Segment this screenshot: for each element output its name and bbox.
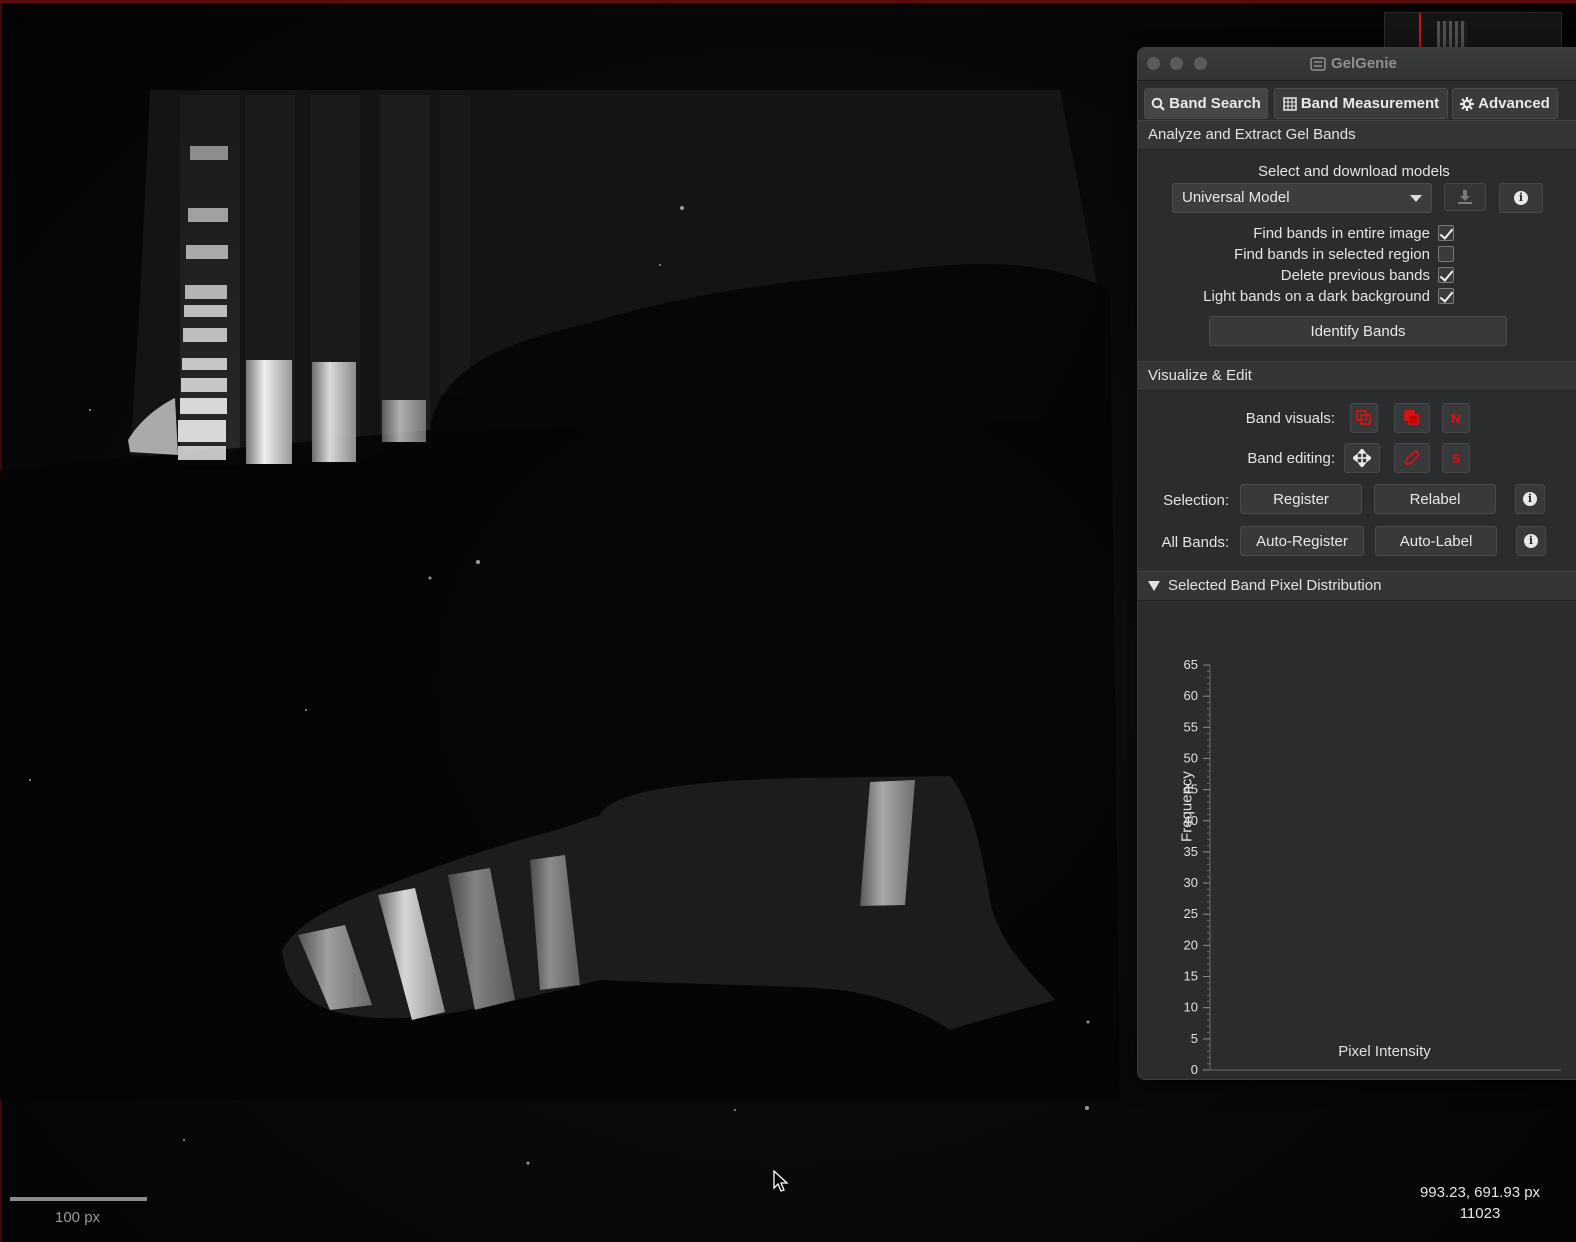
section-title: Visualize & Edit bbox=[1148, 367, 1252, 384]
checkmark-icon bbox=[1439, 225, 1454, 240]
section-title: Selected Band Pixel Distribution bbox=[1168, 577, 1382, 594]
visualize-section-header: Visualize & Edit bbox=[1138, 361, 1576, 391]
window-titlebar[interactable]: GelGenie bbox=[1138, 48, 1576, 81]
pixel-value: 11023 bbox=[1459, 1205, 1501, 1222]
chart-y-tick-label: 0 bbox=[1191, 1062, 1198, 1077]
name-toggle-button[interactable]: N bbox=[1442, 403, 1470, 433]
collapse-triangle-icon bbox=[1148, 581, 1160, 591]
option-label: Light bands on a dark background bbox=[1203, 288, 1430, 305]
download-icon bbox=[1458, 190, 1472, 204]
thumbnail-viewport-marker bbox=[1419, 13, 1421, 49]
selection-info-button[interactable]: i bbox=[1515, 484, 1545, 514]
cursor-coordinates: 993.23, 691.93 px bbox=[1419, 1184, 1541, 1201]
option-label: Find bands in entire image bbox=[1253, 225, 1430, 242]
checkmark-icon bbox=[1439, 288, 1454, 303]
move-tool-button[interactable] bbox=[1344, 443, 1380, 473]
chart-y-axis-label: Frequency bbox=[1178, 771, 1196, 842]
app-logo-icon bbox=[1310, 57, 1326, 71]
all-bands-info-button[interactable]: i bbox=[1516, 526, 1546, 556]
model-select-value: Universal Model bbox=[1182, 189, 1290, 206]
chart-y-tick-label: 60 bbox=[1184, 688, 1198, 703]
pixel-distribution-chart: 0 5 10 15 20 25 30 35 40 45 50 55 60 65 Frequency Pix… bbox=[1138, 603, 1576, 1079]
chart-x-axis-label: Pixel Intensity bbox=[1338, 1043, 1431, 1060]
chart-y-tick-label: 25 bbox=[1184, 906, 1198, 921]
info-icon: i bbox=[1523, 492, 1537, 506]
mouse-cursor-icon bbox=[773, 1170, 789, 1192]
band-editing-label: Band editing: bbox=[1247, 450, 1335, 467]
chart-y-tick-label: 65 bbox=[1184, 657, 1198, 672]
table-icon bbox=[1283, 96, 1297, 111]
models-label: Select and download models bbox=[1258, 163, 1450, 180]
scalebar-label: 100 px bbox=[55, 1209, 101, 1226]
tab-bar: Band Search Band Measurement Advanced bbox=[1144, 88, 1574, 119]
find-entire-image-checkbox[interactable] bbox=[1438, 225, 1454, 241]
chevron-down-icon bbox=[1410, 195, 1422, 202]
band-visuals-label: Band visuals: bbox=[1245, 410, 1335, 427]
name-toggle-icon: N bbox=[1451, 410, 1461, 426]
auto-label-button[interactable]: Auto-Label bbox=[1375, 526, 1497, 556]
fill-outline-icon bbox=[1404, 410, 1419, 425]
show-outline-button[interactable] bbox=[1350, 403, 1378, 433]
chart-y-tick-label: 55 bbox=[1184, 719, 1198, 734]
info-icon: i bbox=[1514, 191, 1528, 205]
close-window-button[interactable] bbox=[1147, 57, 1160, 70]
download-model-button[interactable] bbox=[1444, 183, 1486, 211]
register-button[interactable]: Register bbox=[1240, 484, 1362, 514]
analyze-section-header: Analyze and Extract Gel Bands bbox=[1138, 120, 1576, 150]
window-title: GelGenie bbox=[1331, 55, 1397, 72]
tab-label: Advanced bbox=[1478, 95, 1550, 112]
maximize-window-button[interactable] bbox=[1194, 57, 1207, 70]
show-outline-icon bbox=[1356, 410, 1371, 425]
distribution-section-header[interactable]: Selected Band Pixel Distribution bbox=[1138, 571, 1576, 601]
all-bands-label: All Bands: bbox=[1161, 534, 1229, 551]
tab-label: Band Search bbox=[1169, 95, 1261, 112]
model-select[interactable]: Universal Model bbox=[1172, 183, 1432, 213]
thumbnail-image bbox=[1437, 21, 1467, 49]
find-selected-region-checkbox[interactable] bbox=[1438, 246, 1454, 262]
chart-y-tick-label: 20 bbox=[1184, 937, 1198, 952]
gear-icon bbox=[1460, 96, 1475, 111]
relabel-button[interactable]: Relabel bbox=[1374, 484, 1496, 514]
delete-previous-checkbox[interactable] bbox=[1438, 267, 1454, 283]
option-label: Find bands in selected region bbox=[1234, 246, 1430, 263]
search-icon bbox=[1151, 97, 1165, 111]
brush-icon bbox=[1405, 449, 1421, 465]
fill-outline-button[interactable] bbox=[1394, 403, 1430, 433]
auto-register-button[interactable]: Auto-Register bbox=[1240, 526, 1364, 556]
chart-y-tick-label: 15 bbox=[1184, 969, 1198, 984]
tab-label: Band Measurement bbox=[1300, 95, 1440, 112]
scalebar bbox=[10, 1197, 147, 1201]
selection-label: Selection: bbox=[1163, 492, 1229, 509]
light-bands-checkbox[interactable] bbox=[1438, 288, 1454, 304]
selection-mode-icon: S bbox=[1451, 450, 1461, 466]
option-label: Delete previous bands bbox=[1280, 267, 1430, 284]
brush-tool-button[interactable] bbox=[1394, 443, 1430, 473]
tab-advanced[interactable]: Advanced bbox=[1452, 88, 1558, 119]
checkmark-icon bbox=[1439, 267, 1454, 282]
selection-mode-button[interactable]: S bbox=[1442, 443, 1470, 473]
overview-thumbnail[interactable] bbox=[1384, 12, 1562, 50]
section-title: Analyze and Extract Gel Bands bbox=[1148, 126, 1356, 143]
cursor-readout: 993.23, 691.93 px 11023 bbox=[1400, 1182, 1560, 1224]
chart-y-tick-label: 10 bbox=[1184, 1000, 1198, 1015]
model-info-button[interactable]: i bbox=[1499, 183, 1543, 213]
tab-band-search[interactable]: Band Search bbox=[1144, 88, 1268, 119]
tab-band-measurement[interactable]: Band Measurement bbox=[1274, 88, 1448, 119]
identify-bands-button[interactable]: Identify Bands bbox=[1209, 316, 1507, 346]
minimize-window-button[interactable] bbox=[1170, 57, 1183, 70]
chart-y-tick-label: 30 bbox=[1184, 875, 1198, 890]
move-icon bbox=[1353, 449, 1371, 467]
gelgenie-panel: GelGenie Band Search Band Measurement Ad… bbox=[1137, 47, 1576, 1080]
chart-canvas: 05101520253035404550556065 bbox=[1184, 657, 1561, 1077]
info-icon: i bbox=[1524, 534, 1538, 548]
